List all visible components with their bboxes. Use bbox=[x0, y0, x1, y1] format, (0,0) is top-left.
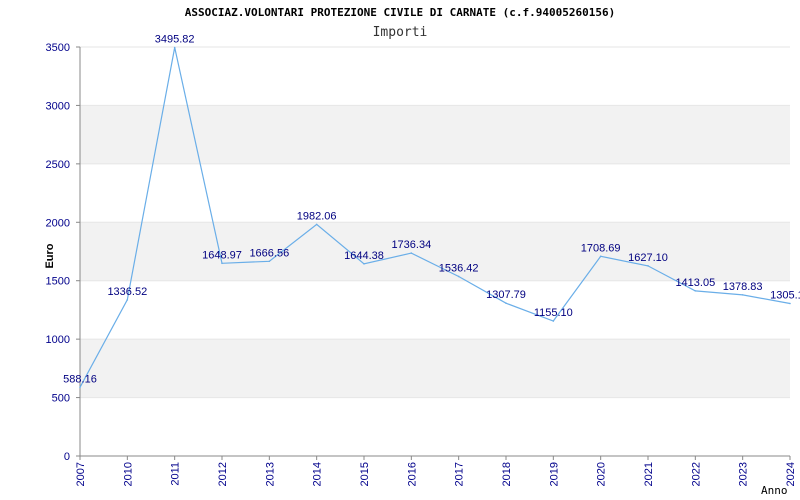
data-point bbox=[505, 302, 507, 304]
data-label: 3495.82 bbox=[155, 33, 195, 45]
y-tick-label: 2000 bbox=[46, 217, 70, 229]
data-point bbox=[363, 263, 365, 265]
data-label: 1155.10 bbox=[534, 307, 573, 319]
x-tick-label: 2017 bbox=[454, 462, 466, 486]
grid-band bbox=[80, 105, 790, 164]
data-point bbox=[268, 260, 271, 263]
x-tick-label: 2007 bbox=[75, 462, 87, 486]
x-tick-label: 2013 bbox=[264, 462, 276, 486]
y-tick-label: 3500 bbox=[46, 42, 70, 54]
data-point bbox=[741, 294, 744, 296]
x-tick-label: 2012 bbox=[217, 462, 229, 486]
x-tick-label: 2010 bbox=[122, 462, 134, 486]
data-label: 1982.06 bbox=[297, 210, 337, 222]
y-tick-label: 1500 bbox=[46, 276, 70, 288]
x-tick-label: 2015 bbox=[359, 462, 371, 486]
grid-band bbox=[80, 339, 790, 398]
data-point bbox=[552, 320, 555, 322]
data-label: 1305.10 bbox=[770, 289, 800, 301]
data-point bbox=[79, 386, 81, 389]
data-point bbox=[457, 275, 460, 278]
data-label: 1666.56 bbox=[249, 247, 289, 259]
series-group bbox=[79, 46, 791, 389]
grid-bands bbox=[80, 46, 790, 457]
x-axis-ticks: 2007 2010 2011 2012 2013 2014 2015 2016 2017 2018… bbox=[75, 456, 797, 486]
data-point bbox=[647, 265, 649, 267]
x-tick-label: 2020 bbox=[596, 462, 608, 486]
x-tick-label: 2021 bbox=[643, 462, 655, 486]
data-point bbox=[599, 255, 602, 258]
x-tick-label: 2023 bbox=[738, 462, 750, 486]
x-tick-label: 2024 bbox=[785, 462, 797, 486]
y-axis-title: Euro bbox=[44, 243, 56, 268]
data-point bbox=[315, 223, 318, 226]
x-tick-label: 2019 bbox=[548, 462, 560, 486]
y-tick-label: 0 bbox=[64, 451, 70, 463]
data-label: 1413.05 bbox=[675, 277, 715, 289]
x-tick-label: 2022 bbox=[690, 462, 702, 486]
data-point bbox=[173, 46, 176, 49]
y-tick-label: 500 bbox=[52, 393, 70, 405]
data-labels: 588.16 1336.52 3495.82 1648.97 1666.56 1982.0… bbox=[63, 33, 800, 385]
line-chart: 0 500 1000 1500 2000 2500 3000 3500 2007 2010 201… bbox=[44, 33, 800, 497]
data-label: 1307.79 bbox=[486, 289, 526, 301]
grid-band bbox=[80, 222, 790, 281]
data-point bbox=[221, 262, 223, 265]
y-tick-label: 1000 bbox=[46, 334, 70, 346]
x-axis-title: Anno bbox=[761, 484, 788, 497]
data-label: 588.16 bbox=[63, 373, 97, 385]
x-tick-label: 2011 bbox=[170, 462, 182, 486]
x-tick-label: 2016 bbox=[406, 462, 418, 486]
data-label: 1736.34 bbox=[391, 239, 431, 251]
data-label: 1708.69 bbox=[581, 242, 621, 254]
y-tick-label: 2500 bbox=[46, 159, 70, 171]
data-label: 1378.83 bbox=[723, 281, 763, 293]
data-label: 1536.42 bbox=[439, 262, 479, 274]
data-point bbox=[789, 302, 791, 305]
data-label: 1644.38 bbox=[344, 250, 384, 262]
data-label: 1336.52 bbox=[107, 286, 147, 298]
y-tick-label: 3000 bbox=[46, 100, 70, 112]
data-point bbox=[410, 252, 413, 254]
series-line bbox=[79, 47, 791, 388]
x-tick-label: 2014 bbox=[312, 462, 324, 486]
data-label: 1627.10 bbox=[628, 252, 668, 264]
data-point bbox=[694, 290, 697, 292]
data-point bbox=[126, 299, 129, 301]
x-tick-label: 2018 bbox=[501, 462, 513, 486]
data-label: 1648.97 bbox=[202, 249, 242, 261]
